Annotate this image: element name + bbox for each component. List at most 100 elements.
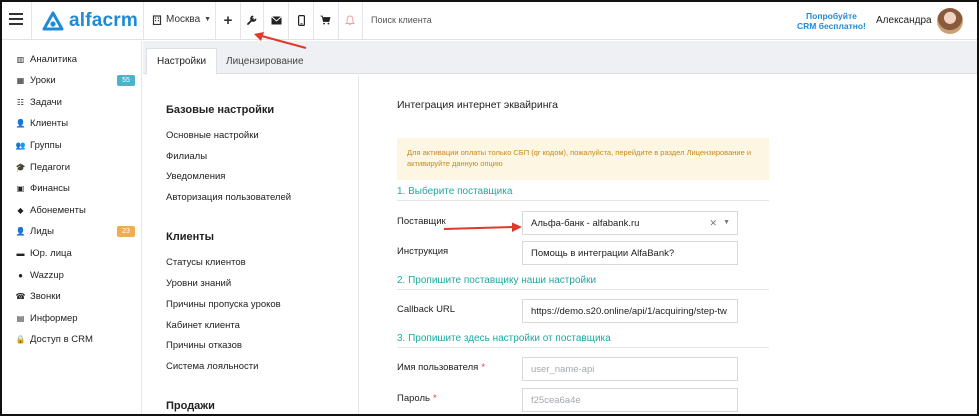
cart-icon[interactable]: [317, 12, 333, 28]
sidebar-item-label: Группы: [30, 139, 62, 151]
sidebar-item[interactable]: ▦ Уроки: [15, 74, 56, 88]
top-bar: alfacrm Москва ▼ + Поиск клиента Попробу…: [2, 2, 977, 40]
sidebar-item[interactable]: ▤ Информер: [15, 311, 78, 325]
user-plus-icon: 👤: [15, 227, 26, 237]
callback-url-label: Callback URL: [397, 304, 456, 315]
mobile-icon[interactable]: [293, 12, 309, 28]
provider-select[interactable]: Альфа-банк - alfabank.ru ✕ ▼: [522, 211, 738, 235]
menu-heading-basic: Базовые настройки: [166, 104, 275, 116]
client-search-input[interactable]: Поиск клиента: [371, 15, 432, 25]
tab-settings[interactable]: Настройки: [146, 48, 218, 75]
section-title-our-settings: 2. Пропишите поставщику наши настройки: [397, 275, 769, 290]
password-input[interactable]: f25cea6a4e: [522, 388, 738, 412]
annotation-arrow-wrench: [254, 32, 307, 49]
avatar[interactable]: [937, 8, 963, 34]
sidebar: ▥ Аналитика ▦ Уроки 55 ☷ Задачи 👤 Клиенты 👥 Группы…: [2, 41, 142, 414]
graduation-cap-icon: 🎓: [15, 162, 26, 172]
chevron-down-icon[interactable]: ▼: [723, 219, 730, 226]
building-icon: [152, 14, 162, 25]
sidebar-item-label: Лиды: [30, 226, 54, 238]
sidebar-item-label: Клиенты: [30, 118, 69, 130]
menu-item-client-statuses[interactable]: Статусы клиентов: [166, 257, 246, 268]
section-title-provider-settings: 3. Пропишите здесь настройки от поставщи…: [397, 333, 769, 348]
sidebar-item-label: Финансы: [30, 183, 70, 195]
acquiring-settings: Интеграция интернет эквайринга Для актив…: [360, 75, 977, 414]
logo-icon: [42, 11, 64, 31]
phone-icon: ☎: [15, 292, 26, 302]
count-badge: 55: [117, 74, 135, 86]
users-icon: 👥: [15, 140, 26, 150]
envelope-icon[interactable]: [268, 12, 284, 28]
sidebar-item[interactable]: ☎ Звонки: [15, 290, 61, 304]
lock-icon: 🔒: [15, 335, 26, 345]
city-selector[interactable]: Москва ▼: [152, 14, 211, 25]
sidebar-item-label: Юр. лица: [30, 247, 72, 259]
sidebar-item[interactable]: ▣ Финансы: [15, 182, 70, 196]
menu-item-main-settings[interactable]: Основные настройки: [166, 130, 259, 141]
divider: [362, 2, 363, 39]
sidebar-item-label: Педагоги: [30, 161, 71, 173]
sidebar-item[interactable]: 🎓 Педагоги: [15, 160, 71, 174]
trial-link[interactable]: Попробуйте CRM бесплатно!: [797, 11, 866, 31]
username-label: Имя пользователя *: [397, 362, 485, 373]
menu-item-loyalty[interactable]: Система лояльности: [166, 361, 258, 372]
provider-value: Альфа-банк - alfabank.ru: [531, 217, 640, 229]
sidebar-item-label: Аналитика: [30, 53, 78, 65]
menu-item-branches[interactable]: Филиалы: [166, 151, 207, 162]
sidebar-item-label: Wazzup: [30, 269, 64, 281]
menu-heading-sales: Продажи: [166, 400, 215, 412]
divider: [338, 2, 339, 39]
sidebar-item[interactable]: ▥ Аналитика: [15, 52, 77, 66]
sidebar-item[interactable]: 🔒 Доступ в CRM: [15, 333, 93, 347]
callback-url-field[interactable]: https://demo.s20.online/api/1/acquiring/…: [522, 299, 738, 323]
sidebar-item[interactable]: ☷ Задачи: [15, 95, 62, 109]
sidebar-item-label: Звонки: [30, 291, 61, 303]
divider: [240, 2, 241, 39]
wrench-icon[interactable]: [244, 12, 260, 28]
sidebar-item[interactable]: ▬ Юр. лица: [15, 246, 72, 260]
tab-licensing[interactable]: Лицензирование: [216, 48, 314, 75]
required-mark: *: [481, 362, 486, 373]
clear-icon[interactable]: ✕: [709, 218, 717, 229]
sidebar-item[interactable]: 👥 Группы: [15, 138, 62, 152]
sidebar-item[interactable]: ◆ Абонементы: [15, 203, 85, 217]
sidebar-item-label: Информер: [30, 312, 78, 324]
sidebar-item[interactable]: 👤 Клиенты: [15, 117, 69, 131]
instruction-label: Инструкция: [397, 246, 449, 257]
menu-heading-clients: Клиенты: [166, 231, 215, 243]
menu-item-knowledge-levels[interactable]: Уровни знаний: [166, 278, 231, 289]
instruction-field[interactable]: Помощь в интеграции AlfaBank?: [522, 241, 738, 265]
page-title: Интеграция интернет эквайринга: [397, 99, 558, 111]
count-badge: 23: [117, 225, 135, 237]
menu-item-notifications[interactable]: Уведомления: [166, 171, 225, 182]
tasks-icon: ☷: [16, 97, 25, 107]
sidebar-item[interactable]: ● Wazzup: [15, 268, 64, 282]
username-input[interactable]: user_name-api: [522, 357, 738, 381]
caret-down-icon: ▼: [204, 16, 212, 23]
menu-item-client-cabinet[interactable]: Кабинет клиента: [166, 320, 240, 331]
user-name[interactable]: Александра: [876, 15, 932, 26]
required-mark: *: [432, 393, 437, 404]
money-icon: ▣: [16, 184, 25, 194]
annotation-arrow-provider: [443, 222, 522, 232]
sidebar-item[interactable]: 👤 Лиды: [15, 225, 54, 239]
trial-line-2: CRM бесплатно!: [797, 21, 866, 31]
password-label-text: Пароль: [397, 393, 430, 404]
section-title-choose-provider: 1. Выберите поставщика: [397, 186, 769, 201]
add-icon[interactable]: +: [220, 12, 236, 29]
divider: [143, 2, 144, 39]
app-window: alfacrm Москва ▼ + Поиск клиента Попробу…: [0, 0, 979, 416]
sidebar-item-label: Уроки: [30, 75, 56, 87]
menu-item-absence-reasons[interactable]: Причины пропуска уроков: [166, 299, 281, 310]
logo[interactable]: alfacrm: [42, 10, 138, 32]
briefcase-icon: ▬: [16, 248, 25, 258]
provider-label: Поставщик: [397, 216, 446, 227]
menu-item-refusal-reasons[interactable]: Причины отказов: [166, 340, 242, 351]
menu-icon[interactable]: [9, 13, 23, 25]
divider: [313, 2, 314, 39]
trial-line-1: Попробуйте: [806, 11, 857, 21]
bell-icon[interactable]: [342, 12, 358, 28]
user-icon: 👤: [15, 119, 26, 129]
tag-icon: ◆: [17, 205, 24, 215]
menu-item-user-auth[interactable]: Авторизация пользователей: [166, 192, 291, 203]
